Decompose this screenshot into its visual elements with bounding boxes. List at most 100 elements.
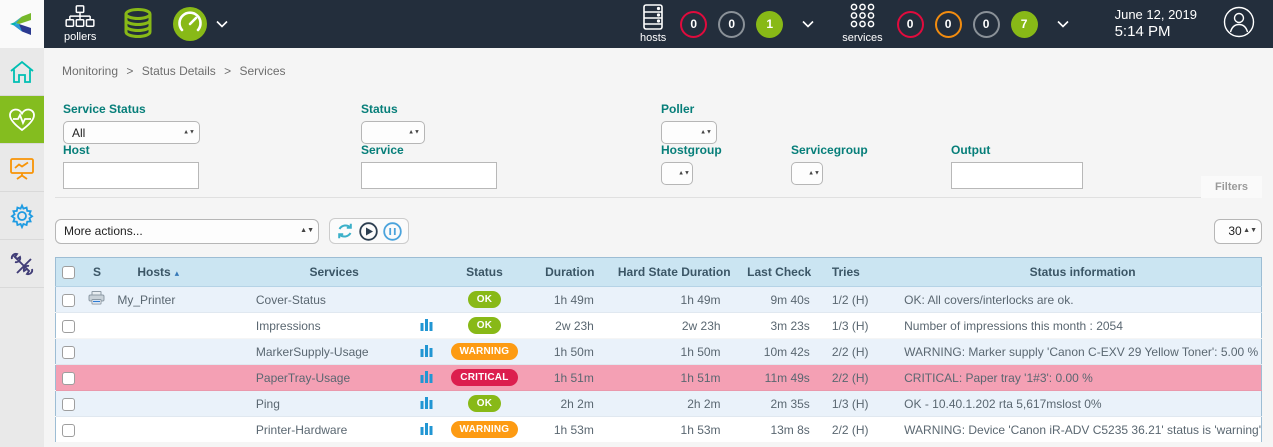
breadcrumb-status-details[interactable]: Status Details — [142, 64, 216, 78]
service-input[interactable] — [361, 162, 497, 189]
table-row[interactable]: Printer-Hardware WARNING 1h 53m 1h 53m 1… — [56, 417, 1262, 443]
service-name-link[interactable]: Impressions — [256, 319, 321, 333]
chevron-down-icon — [216, 20, 228, 28]
sidebar-item-reporting[interactable] — [0, 144, 44, 192]
hosts-down-badge[interactable]: 0 — [680, 11, 707, 38]
graph-icon[interactable] — [420, 372, 433, 386]
status-badge: CRITICAL — [451, 369, 517, 386]
last-check-cell: 11m 49s — [737, 365, 822, 391]
pollers-label: pollers — [64, 31, 96, 43]
column-header-last-check[interactable]: Last Check — [737, 258, 822, 287]
graph-icon[interactable] — [420, 320, 433, 334]
services-menu[interactable]: services — [842, 3, 882, 44]
row-checkbox[interactable] — [62, 320, 75, 333]
services-critical-badge[interactable]: 0 — [897, 11, 924, 38]
current-date: June 12, 2019 — [1115, 7, 1197, 23]
sidebar-item-home[interactable] — [0, 48, 44, 96]
toolbar: More actions... ▲▼ — [55, 218, 1262, 244]
graph-icon[interactable] — [420, 398, 433, 412]
row-checkbox[interactable] — [62, 346, 75, 359]
services-ok-badge[interactable]: 7 — [1011, 11, 1038, 38]
status-select[interactable] — [361, 121, 425, 144]
service-status-select[interactable]: All — [63, 121, 200, 144]
hard-state-duration-cell: 1h 50m — [612, 339, 737, 365]
gauge-status[interactable] — [172, 6, 228, 42]
status-information-cell: OK - 10.40.1.202 rta 5,617mslost 0% — [890, 391, 1261, 417]
services-pending-badge[interactable]: 0 — [973, 11, 1000, 38]
column-header-s[interactable]: S — [81, 258, 114, 287]
column-header-duration[interactable]: Duration — [528, 258, 612, 287]
service-name-link[interactable]: PaperTray-Usage — [256, 371, 350, 385]
sidebar-item-monitoring[interactable] — [0, 96, 44, 144]
heart-pulse-icon — [8, 107, 36, 133]
column-header-services[interactable]: Services — [248, 258, 413, 287]
poller-filter: Poller ▲▼ — [661, 102, 717, 144]
table-row[interactable]: Impressions OK 2w 23h 2w 23h 3m 23s 1/3 … — [56, 313, 1262, 339]
hosts-label: hosts — [640, 32, 666, 44]
servicegroup-filter: Servicegroup ▲▼ — [791, 143, 868, 185]
service-name-link[interactable]: Ping — [256, 397, 280, 411]
service-name-link[interactable]: Printer-Hardware — [256, 423, 347, 437]
row-checkbox[interactable] — [62, 372, 75, 385]
tries-cell: 2/2 (H) — [822, 339, 890, 365]
services-chevron-down-icon[interactable] — [1057, 20, 1069, 28]
output-input[interactable] — [951, 162, 1083, 189]
duration-cell: 1h 50m — [528, 339, 612, 365]
centreon-logo[interactable] — [0, 0, 44, 48]
breadcrumb-monitoring[interactable]: Monitoring — [62, 64, 118, 78]
service-name-link[interactable]: MarkerSupply-Usage — [256, 345, 369, 359]
column-header-hosts[interactable]: Hosts▴ — [113, 258, 248, 287]
tries-cell: 1/2 (H) — [822, 287, 890, 313]
filters-tab[interactable]: Filters — [1201, 176, 1262, 198]
row-checkbox[interactable] — [62, 294, 75, 307]
breadcrumb-separator: > — [126, 64, 133, 78]
table-row[interactable]: PaperTray-Usage CRITICAL 1h 51m 1h 51m 1… — [56, 365, 1262, 391]
pollers-icon — [65, 5, 95, 29]
last-check-cell: 13m 8s — [737, 417, 822, 443]
status-information-cell: Number of impressions this month : 2054 — [890, 313, 1261, 339]
status-information-cell: WARNING: Device 'Canon iR-ADV C5235 36.2… — [890, 417, 1261, 443]
host-input[interactable] — [63, 162, 199, 189]
pause-button[interactable] — [383, 222, 402, 241]
table-row[interactable]: Ping OK 2h 2m 2h 2m 2m 35s 1/3 (H) OK - … — [56, 391, 1262, 417]
services-warning-badge[interactable]: 0 — [935, 11, 962, 38]
hosts-chevron-down-icon[interactable] — [802, 20, 814, 28]
sidebar-item-administration[interactable] — [0, 240, 44, 288]
column-header-tries[interactable]: Tries — [822, 258, 890, 287]
page-size-select[interactable]: 30 — [1214, 219, 1262, 244]
hosts-pending-badge[interactable]: 0 — [718, 11, 745, 38]
output-filter: Output — [951, 143, 1083, 189]
database-status[interactable] — [120, 6, 156, 42]
status-badge: WARNING — [451, 421, 519, 438]
row-checkbox[interactable] — [62, 424, 75, 437]
graph-icon[interactable] — [420, 346, 433, 360]
graph-icon[interactable] — [420, 424, 433, 438]
column-header-status[interactable]: Status — [441, 258, 528, 287]
more-actions-select[interactable]: More actions... — [55, 219, 319, 244]
hosts-menu[interactable]: hosts — [640, 4, 666, 44]
table-row[interactable]: My_Printer Cover-Status OK 1h 49m 1h 49m… — [56, 287, 1262, 313]
play-button[interactable] — [359, 222, 378, 241]
refresh-button[interactable] — [336, 222, 354, 240]
sidebar-item-configuration[interactable] — [0, 192, 44, 240]
hostgroup-label: Hostgroup — [661, 143, 722, 157]
column-header-hard-state-duration[interactable]: Hard State Duration — [612, 258, 737, 287]
select-all-checkbox[interactable] — [62, 266, 75, 279]
host-name-link[interactable]: My_Printer — [117, 293, 175, 307]
user-profile-button[interactable] — [1223, 6, 1255, 43]
hosts-up-badge[interactable]: 1 — [756, 11, 783, 38]
row-checkbox[interactable] — [62, 398, 75, 411]
hostgroup-filter: Hostgroup ▲▼ — [661, 143, 722, 185]
poller-select[interactable] — [661, 121, 717, 144]
database-icon — [120, 6, 156, 42]
table-row[interactable]: MarkerSupply-Usage WARNING 1h 50m 1h 50m… — [56, 339, 1262, 365]
current-time: 5:14 PM — [1115, 23, 1197, 42]
column-header-status-information[interactable]: Status information — [890, 258, 1261, 287]
refresh-icon — [336, 222, 354, 240]
pollers-menu[interactable]: pollers — [64, 5, 96, 43]
hard-state-duration-cell: 1h 53m — [612, 417, 737, 443]
hostgroup-select[interactable] — [661, 162, 693, 185]
breadcrumb-separator: > — [224, 64, 231, 78]
service-name-link[interactable]: Cover-Status — [256, 293, 326, 307]
servicegroup-select[interactable] — [791, 162, 823, 185]
